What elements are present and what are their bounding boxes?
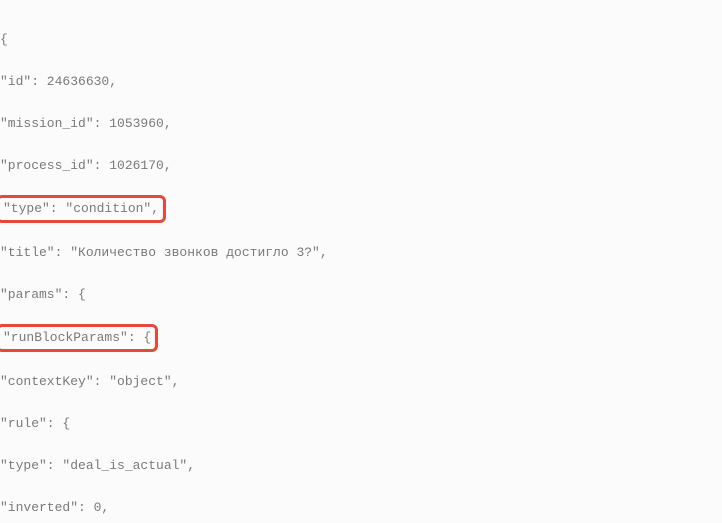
prop-runblockparams-line: "runBlockParams": { — [0, 326, 722, 350]
prop-rule-type: "type": "deal_is_actual", — [0, 455, 722, 476]
prop-inverted: "inverted": 0, — [0, 497, 722, 518]
prop-contextkey: "contextKey": "object", — [0, 371, 722, 392]
prop-mission-id: "mission_id": 1053960, — [0, 113, 722, 134]
highlight-runblockparams: "runBlockParams": { — [0, 324, 158, 352]
brace-open: { — [0, 29, 722, 50]
json-code-block: { "id": 24636630, "mission_id": 1053960,… — [0, 0, 722, 523]
prop-title: "title": "Количество звонков достигло 3?… — [0, 242, 722, 263]
prop-rule-open: "rule": { — [0, 413, 722, 434]
highlight-type-condition: "type": "condition", — [0, 195, 166, 223]
prop-type-line: "type": "condition", — [0, 197, 722, 221]
prop-params-open: "params": { — [0, 284, 722, 305]
prop-process-id: "process_id": 1026170, — [0, 155, 722, 176]
prop-id: "id": 24636630, — [0, 71, 722, 92]
